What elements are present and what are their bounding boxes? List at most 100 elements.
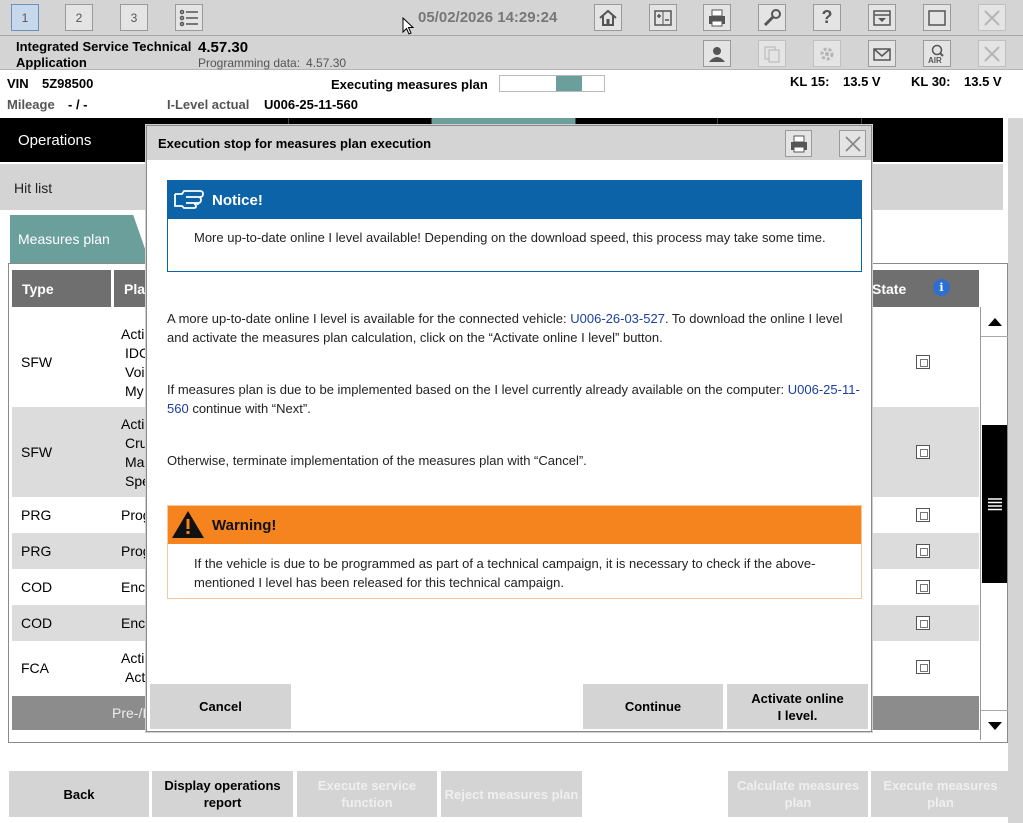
session-tab-2[interactable]: 2 (65, 4, 93, 31)
app-name: Integrated Service Technical Application (16, 39, 192, 70)
online-ilevel-link[interactable]: U006-26-03-527 (570, 311, 665, 326)
row-description: Enc (121, 579, 146, 595)
paragraph-current-ilevel: If measures plan is due to be implemente… (167, 382, 860, 416)
mileage-label: Mileage (7, 97, 55, 112)
row-description: Enc (121, 615, 146, 631)
tab-operations[interactable]: Operations (18, 132, 91, 149)
ilevel-label: I-Level actual (167, 97, 250, 112)
notice-text: More up-to-date online I level available… (194, 230, 826, 245)
kl30-label: KL 30: (911, 74, 951, 89)
svg-text:AIR: AIR (928, 56, 942, 64)
datetime-display: 05/02/2026 14:29:24 (418, 9, 558, 26)
tab-measures-plan[interactable]: Measures plan (10, 215, 150, 263)
activate-online-ilevel-button[interactable]: Activate online I level. (727, 684, 868, 729)
help-icon[interactable]: ? (813, 4, 841, 31)
execute-service-function-button[interactable]: Execute service function (297, 771, 437, 817)
row-state-checkbox[interactable] (916, 580, 930, 594)
execution-progress-bar (499, 75, 605, 92)
executing-label: Executing measures plan (331, 77, 488, 92)
home-icon[interactable] (594, 4, 622, 31)
row-state-checkbox[interactable] (916, 445, 930, 459)
vehicle-info: VIN 5Z98500 Mileage - / - I-Level actual… (0, 70, 1023, 116)
app-version: 4.57.30 (198, 39, 249, 56)
notice-header: Notice! (168, 181, 861, 219)
display-operations-report-button[interactable]: Display operations report (152, 771, 293, 817)
dropdown-menu-icon[interactable] (868, 4, 896, 31)
row-type: SFW (21, 444, 53, 460)
info-icon[interactable]: i (933, 279, 950, 296)
session-tab-3[interactable]: 3 (120, 4, 148, 31)
pre-row-label: Pre-/I (112, 705, 147, 721)
paragraph-cancel: Otherwise, terminate implementation of t… (167, 453, 587, 468)
scroll-down-arrow-icon[interactable] (981, 710, 1008, 740)
dialog-close-icon[interactable] (839, 130, 866, 157)
row-type: FCA (21, 660, 49, 676)
row-type: SFW (21, 354, 53, 370)
paragraph-online-ilevel: A more up-to-date online I level is avai… (167, 311, 843, 345)
pointing-hand-icon (174, 190, 204, 209)
active-tab-indicator (432, 118, 575, 124)
ilevel-value: U006-25-11-560 (264, 97, 358, 112)
warning-text: If the vehicle is due to be programmed a… (194, 556, 816, 590)
cancel-button[interactable]: Cancel (150, 684, 291, 729)
close-session-icon[interactable] (978, 40, 1006, 67)
maximize-icon[interactable] (923, 4, 951, 31)
wrench-icon[interactable] (758, 4, 786, 31)
kl15-value: 13.5 V (843, 74, 881, 89)
mouse-cursor-icon (402, 17, 414, 35)
close-icon[interactable] (978, 4, 1006, 31)
row-state-checkbox[interactable] (916, 355, 930, 369)
air-search-icon[interactable]: AIR (923, 40, 951, 67)
top-toolbar: 1 2 3 05/02/2026 14:29:24 ? (0, 0, 1023, 36)
measures-plan-label: Measures plan (18, 231, 110, 247)
table-scrollbar[interactable] (980, 307, 1008, 740)
notice-title: Notice! (212, 192, 263, 209)
documents-icon[interactable] (758, 40, 786, 67)
hit-list-label: Hit list (14, 180, 53, 196)
column-state[interactable]: State (872, 281, 906, 297)
row-type: COD (21, 579, 53, 595)
kl30-value: 13.5 V (964, 74, 1002, 89)
kl15-label: KL 15: (790, 74, 830, 89)
mileage-value: - / - (68, 97, 88, 112)
dialog-title: Execution stop for measures plan executi… (158, 136, 432, 151)
transfer-icon[interactable] (649, 4, 677, 31)
scroll-thumb[interactable] (982, 425, 1007, 583)
dialog-print-icon[interactable] (785, 130, 812, 157)
execution-stop-dialog: Execution stop for measures plan executi… (146, 125, 872, 732)
row-type: PRG (21, 543, 52, 559)
warning-box: Warning! If the vehicle is due to be pro… (167, 505, 862, 599)
session-tab-1[interactable]: 1 (11, 4, 39, 31)
settings-gear-icon[interactable] (813, 40, 841, 67)
back-button[interactable]: Back (9, 771, 149, 817)
continue-button[interactable]: Continue (583, 684, 723, 729)
print-icon[interactable] (703, 4, 731, 31)
warning-header: Warning! (168, 506, 861, 544)
warning-triangle-icon (172, 511, 204, 538)
column-type[interactable]: Type (22, 281, 54, 297)
execute-measures-plan-button[interactable]: Execute measures plan (871, 771, 1010, 817)
user-icon[interactable] (703, 40, 731, 67)
dialog-header: Execution stop for measures plan executi… (147, 126, 871, 160)
row-state-checkbox[interactable] (916, 616, 930, 630)
programming-data: Programming data: 4.57.30 (198, 56, 347, 70)
row-description: Acti Act (121, 650, 146, 685)
right-edge-panel (1008, 118, 1023, 823)
scroll-up-arrow-icon[interactable] (981, 307, 1008, 337)
notice-box: Notice! More up-to-date online I level a… (167, 180, 862, 272)
warning-title: Warning! (212, 517, 277, 534)
list-icon[interactable] (175, 4, 203, 31)
vin-label: VIN (7, 76, 29, 91)
application-header: Integrated Service Technical Application… (0, 36, 1023, 70)
row-state-checkbox[interactable] (916, 508, 930, 522)
row-type: COD (21, 615, 53, 631)
column-plan[interactable]: Pla (124, 281, 145, 297)
calculate-measures-plan-button[interactable]: Calculate measures plan (728, 771, 868, 817)
row-state-checkbox[interactable] (916, 544, 930, 558)
vin-value: 5Z98500 (42, 76, 94, 91)
row-type: PRG (21, 507, 52, 523)
row-state-checkbox[interactable] (916, 660, 930, 674)
reject-measures-plan-button[interactable]: Reject measures plan (441, 771, 582, 817)
mail-icon[interactable] (868, 40, 896, 67)
row-description: Acti IDC Voi My (121, 326, 150, 399)
